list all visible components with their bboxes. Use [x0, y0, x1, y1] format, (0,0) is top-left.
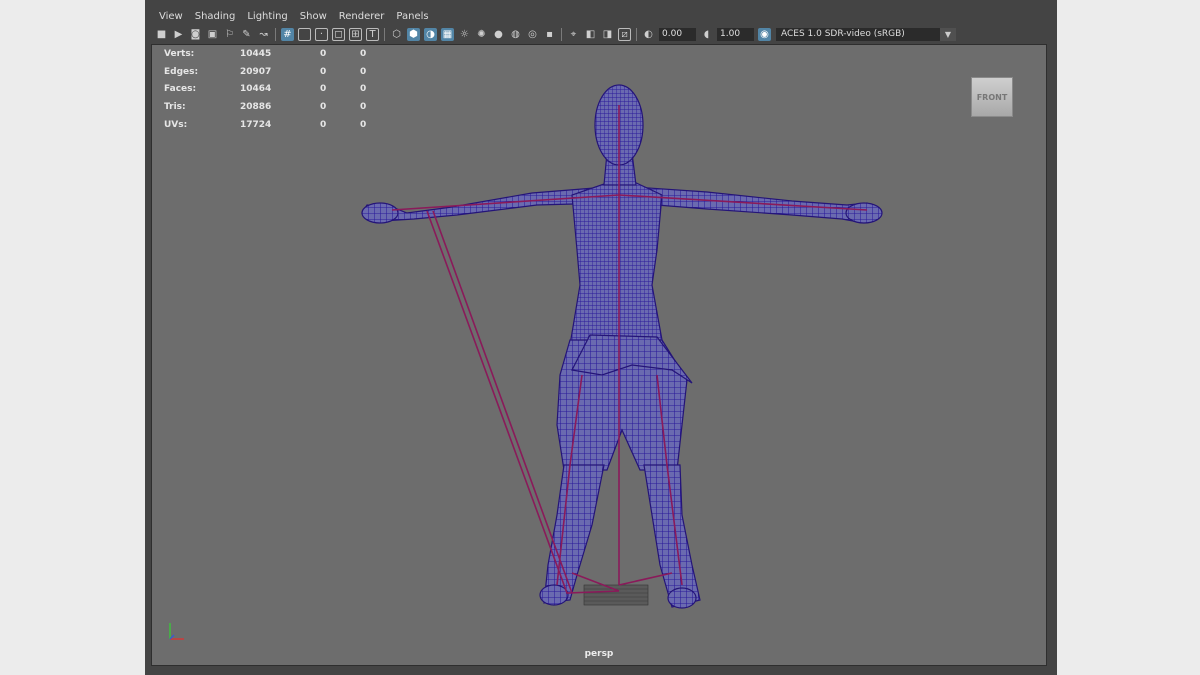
view-cube-label: FRONT	[976, 92, 1008, 102]
grease-pencil-icon[interactable]: ✎	[240, 28, 253, 41]
hud-value: 0	[320, 66, 327, 77]
select-camera-icon[interactable]: ■	[155, 28, 168, 41]
2d-pan-zoom-icon[interactable]: ⚐	[223, 28, 236, 41]
left-foot	[539, 584, 569, 606]
hud-row-uvs: UVs: 17724 0 0	[164, 116, 400, 134]
viewport-menubar: View Shading Lighting Show Renderer Pane…	[153, 8, 1047, 25]
hud-value: 20886	[240, 101, 272, 112]
hud-value: 0	[320, 48, 327, 59]
exposure-icon[interactable]: ◐	[642, 28, 655, 41]
hud-row-tris: Tris: 20886 0 0	[164, 98, 400, 116]
hud-value: 0	[320, 101, 327, 112]
hud-value: 0	[360, 66, 367, 77]
right-leg	[643, 464, 701, 608]
gate-mask-icon[interactable]: ◻	[332, 28, 345, 41]
anti-aliasing-icon[interactable]: ◎	[526, 28, 539, 41]
hud-value: 0	[360, 84, 367, 95]
menu-renderer[interactable]: Renderer	[333, 8, 391, 25]
exposure-field[interactable]: 0.00	[659, 28, 696, 41]
hud-label: Tris:	[164, 101, 186, 112]
toolbar-separator	[561, 28, 562, 41]
wireframe-on-shaded-icon[interactable]: ◑	[424, 28, 437, 41]
menu-lighting[interactable]: Lighting	[241, 8, 293, 25]
gamma-icon[interactable]: ◖	[700, 28, 713, 41]
image-plane-icon[interactable]: ▣	[206, 28, 219, 41]
bookmarks-icon[interactable]: ◙	[189, 28, 202, 41]
shadows-icon[interactable]: ✺	[475, 28, 488, 41]
toolbar-separator	[384, 28, 385, 41]
hud-value: 20907	[240, 66, 272, 77]
field-chart-icon[interactable]: ⊞	[349, 28, 362, 41]
hud-label: Verts:	[164, 48, 195, 59]
isolate-select-icon[interactable]: ⌖	[567, 28, 580, 41]
camera-name-label: persp	[584, 649, 614, 659]
gamma-field[interactable]: 1.00	[717, 28, 754, 41]
depth-of-field-icon[interactable]: ▪	[543, 28, 556, 41]
xray-joints-icon[interactable]: ◨	[601, 28, 614, 41]
xray-active-components-icon[interactable]: ⧄	[618, 28, 631, 41]
color-space-label: ACES 1.0 SDR-video (sRGB)	[781, 29, 905, 39]
smooth-shade-icon[interactable]: ⬢	[407, 28, 420, 41]
hud-row-verts: Verts: 10445 0 0	[164, 45, 400, 63]
body-mesh	[361, 84, 883, 609]
film-gate-icon[interactable]	[298, 28, 311, 41]
left-hand	[361, 202, 399, 224]
color-management-icon[interactable]: ◉	[758, 28, 771, 41]
axis-gizmo-icon	[169, 623, 184, 640]
motion-blur-icon[interactable]: ◍	[509, 28, 522, 41]
hud-value: 0	[360, 101, 367, 112]
hud-value: 10464	[240, 84, 272, 95]
hud-label: Edges:	[164, 66, 199, 77]
hud-value: 0	[360, 119, 367, 130]
character-wireframe	[361, 84, 883, 609]
ambient-occlusion-icon[interactable]: ●	[492, 28, 505, 41]
viewport-toolbar: ■ ▶ ◙ ▣ ⚐ ✎ ↝ # · ◻ ⊞ T ⬡ ⬢ ◑ ▦ ☼ ✺ ● ◍ …	[153, 25, 1047, 44]
poly-count-hud: Verts: 10445 0 0 Edges: 20907 0 0 Faces:…	[164, 45, 400, 133]
menu-shading[interactable]: Shading	[189, 8, 242, 25]
hud-row-faces: Faces: 10464 0 0	[164, 80, 400, 98]
maya-window: View Shading Lighting Show Renderer Pane…	[145, 0, 1057, 675]
toolbar-separator	[275, 28, 276, 41]
xray-icon[interactable]: ◧	[584, 28, 597, 41]
safe-action-icon[interactable]: T	[366, 28, 379, 41]
hud-value: 0	[320, 84, 327, 95]
wireframe-icon[interactable]: ⬡	[390, 28, 403, 41]
chevron-down-icon[interactable]: ▼	[940, 28, 956, 41]
resolution-gate-icon[interactable]: ·	[315, 28, 328, 41]
color-space-dropdown[interactable]: ACES 1.0 SDR-video (sRGB) ▼	[776, 28, 956, 41]
menu-panels[interactable]: Panels	[390, 8, 434, 25]
camera-attributes-icon[interactable]: ▶	[172, 28, 185, 41]
view-cube[interactable]: FRONT	[971, 77, 1013, 117]
toolbar-separator	[636, 28, 637, 41]
hud-value: 0	[360, 48, 367, 59]
menu-show[interactable]: Show	[294, 8, 333, 25]
right-hand	[845, 202, 883, 224]
use-all-lights-icon[interactable]: ☼	[458, 28, 471, 41]
grid-icon[interactable]: #	[281, 28, 294, 41]
motion-trail-icon[interactable]: ↝	[257, 28, 270, 41]
menu-view[interactable]: View	[153, 8, 189, 25]
right-arm	[631, 186, 882, 224]
hud-value: 0	[320, 119, 327, 130]
hud-value: 10445	[240, 48, 272, 59]
hud-value: 17724	[240, 119, 272, 130]
hud-label: Faces:	[164, 84, 197, 95]
hud-row-edges: Edges: 20907 0 0	[164, 63, 400, 81]
right-foot	[667, 587, 697, 609]
3d-viewport[interactable]: Verts: 10445 0 0 Edges: 20907 0 0 Faces:…	[151, 44, 1047, 666]
textured-icon[interactable]: ▦	[441, 28, 454, 41]
hud-label: UVs:	[164, 119, 188, 130]
floor-grid	[583, 584, 649, 606]
